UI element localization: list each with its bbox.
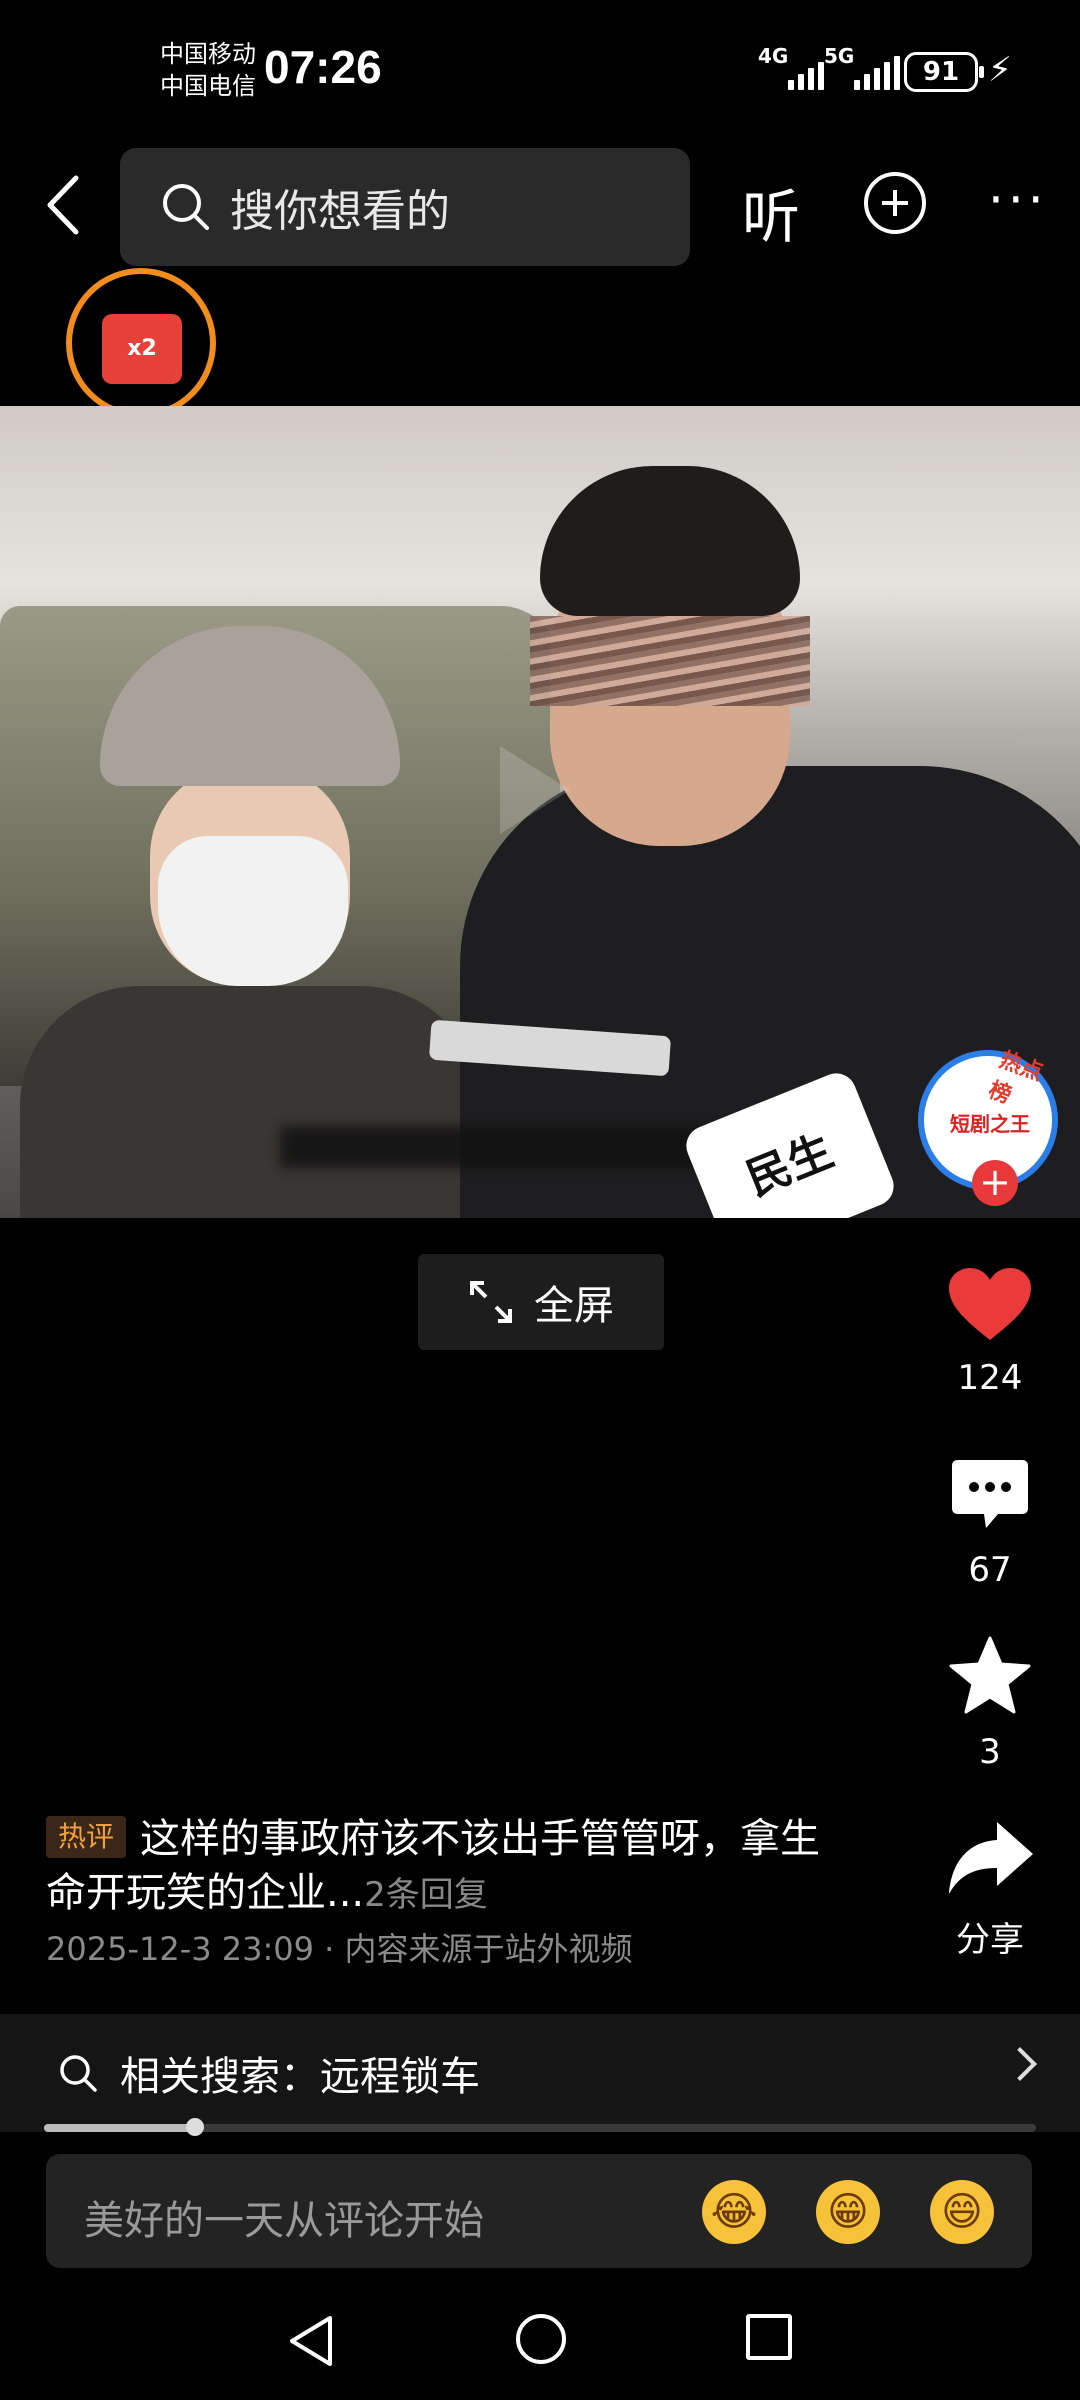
share-button[interactable]: 分享 (930, 1818, 1050, 1961)
nav-home-icon[interactable] (516, 2314, 566, 2364)
carrier-names: 中国移动 中国电信 (160, 38, 256, 102)
search-icon (60, 2055, 97, 2092)
chevron-right-icon (1003, 2047, 1037, 2081)
comment-button[interactable]: 67 (930, 1456, 1050, 1590)
system-nav-bar (0, 2290, 1080, 2400)
share-label: 分享 (956, 1920, 1024, 1960)
hot-list-badge[interactable]: 热点榜 短剧之王 + (918, 1048, 1058, 1206)
network-5g-label: 5G (824, 44, 855, 68)
emoji-laugh-cry-icon[interactable]: 😂 (702, 2180, 766, 2244)
like-button[interactable]: 124 (930, 1264, 1050, 1398)
signal-5g-icon: 5G (824, 44, 900, 90)
like-count: 124 (957, 1358, 1023, 1398)
emoji-smile-icon[interactable]: 😄 (930, 2180, 994, 2244)
comment-input[interactable]: 美好的一天从评论开始 😂 😁 😄 (46, 2154, 1032, 2268)
star-icon (949, 1636, 1031, 1714)
progress-fill (44, 2124, 195, 2132)
hot-badge-channel: 短剧之王 (950, 1112, 1030, 1136)
related-search-bar[interactable]: 相关搜索：远程锁车 (0, 2014, 1080, 2132)
related-search-label: 相关搜索：远程锁车 (120, 2054, 480, 2100)
status-bar: 中国移动 中国电信 07:26 4G 5G 91 ⚡ (0, 0, 1080, 140)
red-envelope-icon: x2 (96, 306, 182, 384)
favorite-count: 3 (979, 1732, 1001, 1772)
listen-button[interactable]: 听 (742, 170, 800, 254)
battery-level: 91 (922, 57, 960, 87)
status-time: 07:26 (264, 41, 382, 93)
play-icon (500, 746, 570, 834)
fullscreen-label: 全屏 (534, 1283, 614, 1329)
red-packet-multiplier: x2 (127, 336, 157, 361)
charging-icon: ⚡ (988, 50, 1012, 90)
comment-placeholder: 美好的一天从评论开始 (84, 2198, 484, 2244)
comment-count: 67 (968, 1550, 1012, 1590)
expand-icon (470, 1281, 512, 1323)
back-button[interactable] (30, 170, 100, 240)
hot-comment[interactable]: 热评 这样的事政府该不该出手管管呀，拿生命开玩笑的企业...2条回复 (46, 1812, 856, 1922)
nav-recents-icon[interactable] (746, 2314, 792, 2360)
carrier-1: 中国移动 (160, 40, 256, 68)
search-icon (163, 184, 209, 230)
hot-comment-tag: 热评 (46, 1816, 127, 1858)
carrier-2: 中国电信 (160, 72, 256, 100)
red-packet-widget[interactable]: x2 (66, 268, 216, 418)
progress-thumb[interactable] (185, 2118, 204, 2136)
heart-icon (949, 1268, 1031, 1340)
search-input[interactable]: 搜你想看的 (120, 148, 690, 266)
follow-plus-icon[interactable]: + (972, 1160, 1018, 1206)
signal-4g-icon: 4G (758, 44, 824, 90)
video-progress-bar[interactable] (44, 2118, 1036, 2136)
post-meta: 2025-12-3 23:09 · 内容来源于站外视频 (46, 1930, 633, 1968)
search-placeholder: 搜你想看的 (230, 186, 450, 237)
share-arrow-icon (949, 1822, 1033, 1894)
network-4g-label: 4G (758, 44, 789, 68)
add-button[interactable] (864, 172, 926, 234)
nav-back-icon[interactable] (286, 2314, 336, 2368)
battery-icon: 91 (904, 52, 984, 92)
more-options-icon[interactable]: ··· (988, 175, 1048, 225)
video-player[interactable]: 民生 (0, 406, 1080, 1218)
emoji-grin-icon[interactable]: 😁 (816, 2180, 880, 2244)
comment-bubble-icon (952, 1460, 1028, 1528)
chevron-left-icon (47, 175, 79, 235)
reply-count-link[interactable]: 2条回复 (364, 1875, 488, 1915)
favorite-button[interactable]: 3 (930, 1634, 1050, 1772)
fullscreen-button[interactable]: 全屏 (418, 1254, 664, 1350)
